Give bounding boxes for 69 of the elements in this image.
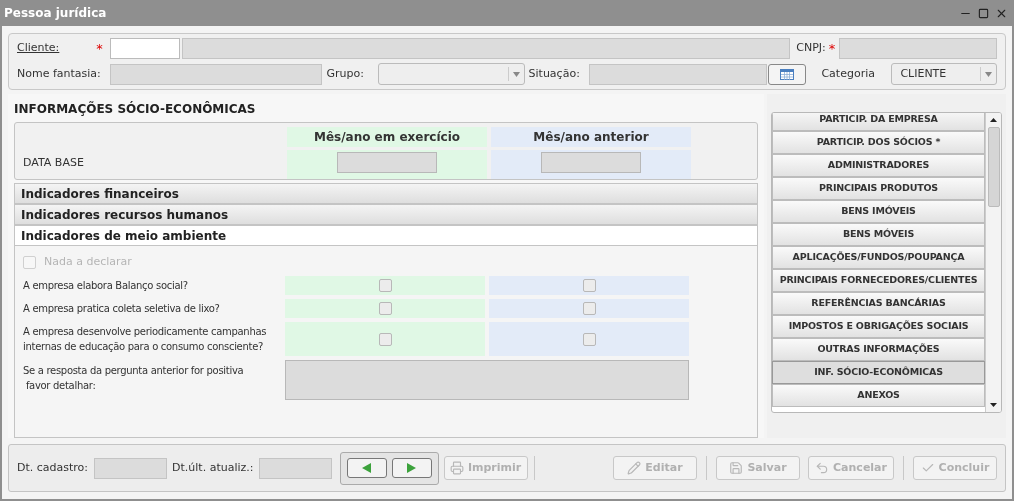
- status-field[interactable]: [588, 63, 767, 85]
- side-menu-item[interactable]: PRINCIPAIS FORNECEDORES/CLIENTES: [772, 269, 985, 292]
- cnpj-label: CNPJ:: [796, 40, 826, 57]
- dropdown-caret-icon: [512, 71, 520, 77]
- client-name-field[interactable]: [182, 38, 791, 59]
- side-menu-item[interactable]: ANEXOS: [772, 384, 985, 407]
- side-menu-item[interactable]: PRINCIPAIS PRODUTOS: [772, 177, 985, 200]
- printer-icon: [449, 461, 464, 475]
- client-code-field[interactable]: [110, 38, 181, 59]
- cnpj-field[interactable]: [839, 38, 997, 59]
- trade-name-label: Nome fantasia:: [17, 65, 102, 82]
- question-text: A empresa desenvolve periodicamente campanhas internas de educação para o consumo consciente?: [23, 325, 268, 354]
- checkbox[interactable]: [378, 302, 392, 315]
- column-header: Mês/ano em exercício: [313, 129, 461, 146]
- last-update-label: Dt.últ. atualiz.:: [172, 459, 254, 476]
- question-text: A empresa elabora Balanço social?: [23, 279, 189, 293]
- category-dropdown[interactable]: CLIENTE: [891, 63, 997, 85]
- required-asterisk: *: [828, 39, 836, 58]
- side-menu-item[interactable]: PARTICIP. DOS SÓCIOS *: [772, 131, 985, 154]
- trade-name-field[interactable]: [109, 63, 323, 85]
- category-label: Categoria: [821, 65, 876, 82]
- date-base-label: DATA BASE: [23, 155, 85, 171]
- registration-date-label: Dt. cadastro:: [17, 459, 89, 476]
- window-title: Pessoa jurídica: [4, 5, 107, 22]
- checkbox[interactable]: [378, 332, 392, 346]
- right-triangle-icon: [407, 463, 417, 473]
- scroll-thumb[interactable]: [987, 127, 1000, 207]
- scrollbar[interactable]: [985, 113, 1001, 412]
- side-menu-item[interactable]: OUTRAS INFORMAÇÕES: [772, 338, 985, 361]
- left-triangle-icon: [362, 463, 372, 473]
- pencil-icon: [627, 461, 642, 475]
- previous-button[interactable]: [346, 458, 387, 478]
- checkbox[interactable]: [582, 332, 596, 346]
- detail-label: Se a resposta da pergunta anterior for positiva favor detalhar:: [23, 364, 245, 393]
- accordion-header[interactable]: Indicadores de meio ambiente: [14, 225, 758, 246]
- checkmark-icon: [920, 461, 935, 475]
- group-dropdown[interactable]: [377, 63, 525, 85]
- required-asterisk: *: [96, 39, 104, 58]
- dropdown-caret-icon: [985, 71, 992, 77]
- section-title: INFORMAÇÕES SÓCIO-ECONÔMICAS: [14, 100, 257, 118]
- date-field[interactable]: [337, 152, 437, 173]
- side-menu-item[interactable]: INF. SÓCIO-ECONÔMICAS: [772, 361, 985, 384]
- accordion-header[interactable]: Indicadores financeiros: [14, 183, 758, 204]
- side-menu-item[interactable]: BENS MÓVEIS: [772, 223, 985, 246]
- undo-arrow-icon: [815, 461, 830, 475]
- detail-field[interactable]: [285, 360, 689, 400]
- checkbox[interactable]: [582, 302, 596, 315]
- date-field[interactable]: [541, 152, 641, 173]
- side-menu-item[interactable]: ADMINISTRADORES: [772, 154, 985, 177]
- next-button[interactable]: [391, 458, 432, 478]
- last-update-field[interactable]: [258, 457, 332, 479]
- group-label: Grupo:: [326, 65, 365, 82]
- checkbox[interactable]: [378, 279, 392, 292]
- column-header: Mês/ano anterior: [533, 129, 649, 146]
- calendar-button[interactable]: [768, 63, 807, 85]
- checkbox-label: Nada a declarar: [44, 253, 132, 270]
- side-menu-item[interactable]: IMPOSTOS E OBRIGAÇÕES SOCIAIS: [772, 315, 985, 338]
- side-menu-item[interactable]: PARTICIP. DA EMPRESA: [772, 113, 985, 131]
- maximize-icon[interactable]: [978, 7, 989, 19]
- side-menu-item[interactable]: APLICAÇÕES/FUNDOS/POUPANÇA: [772, 246, 985, 269]
- client-label[interactable]: Cliente:: [17, 40, 97, 57]
- side-menu-item[interactable]: REFERÊNCIAS BANCÁRIAS: [772, 292, 985, 315]
- question-text: A empresa pratica coleta seletiva de lixo?: [23, 302, 221, 316]
- accordion-header[interactable]: Indicadores recursos humanos: [14, 204, 758, 225]
- status-label: Situação:: [528, 65, 581, 82]
- registration-date-field[interactable]: [94, 457, 168, 479]
- calendar-icon: [780, 68, 795, 80]
- checkbox[interactable]: [582, 279, 596, 292]
- side-menu-item[interactable]: BENS IMÓVEIS: [772, 200, 985, 223]
